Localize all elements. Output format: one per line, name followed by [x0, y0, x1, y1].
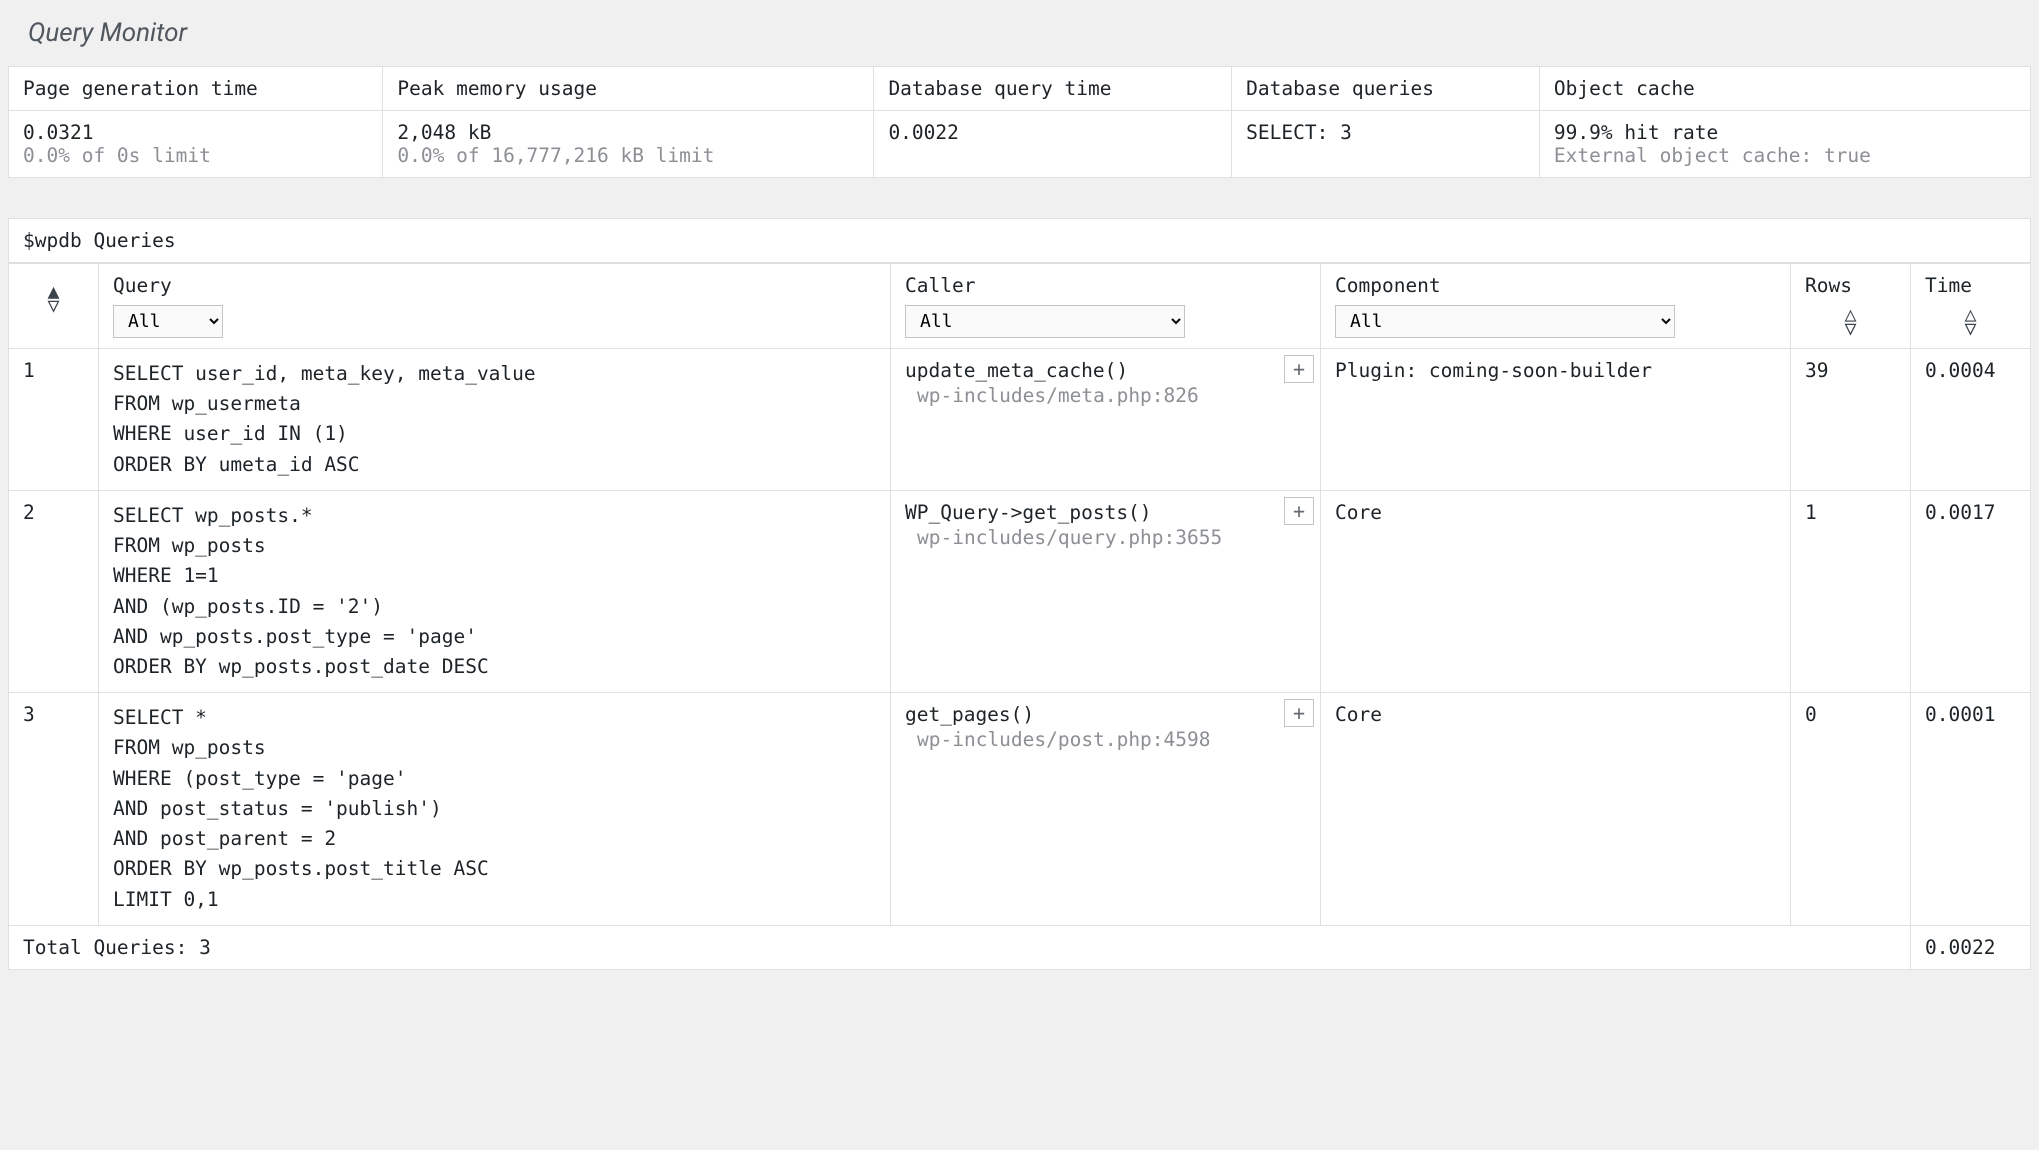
query-sql: SELECT * FROM wp_posts WHERE (post_type … — [113, 703, 876, 915]
stat-sub: 0.0% of 0s limit — [23, 144, 368, 167]
stat-value: 2,048 kB — [397, 121, 859, 144]
rows-cell: 39 — [1791, 349, 1911, 491]
col-label: Time — [1925, 274, 2016, 297]
filter-caller-select[interactable]: All — [905, 305, 1185, 338]
expand-caller-button[interactable]: + — [1284, 355, 1314, 383]
col-header-index[interactable]: ▲▽ — [9, 264, 99, 349]
row-index: 1 — [9, 349, 99, 491]
stats-table: Page generation time Peak memory usage D… — [8, 66, 2031, 178]
stat-cell-peak-mem: 2,048 kB 0.0% of 16,777,216 kB limit — [383, 111, 874, 178]
stat-cell-obj-cache: 99.9% hit rate External object cache: tr… — [1539, 111, 2030, 178]
row-index: 2 — [9, 490, 99, 692]
rows-cell: 0 — [1791, 693, 1911, 926]
query-cell: SELECT wp_posts.* FROM wp_posts WHERE 1=… — [99, 490, 891, 692]
component-cell: Plugin: coming-soon-builder — [1321, 349, 1791, 491]
caller-cell: +WP_Query->get_posts()wp-includes/query.… — [891, 490, 1321, 692]
stat-sub: 0.0% of 16,777,216 kB limit — [397, 144, 859, 167]
page-title: Query Monitor — [0, 0, 2039, 66]
stat-value: SELECT: 3 — [1246, 121, 1525, 144]
col-label: Query — [113, 274, 876, 297]
sort-icon[interactable]: △▽ — [1925, 307, 2016, 335]
query-cell: SELECT * FROM wp_posts WHERE (post_type … — [99, 693, 891, 926]
total-time: 0.0022 — [1911, 925, 2031, 969]
col-label: Component — [1335, 274, 1776, 297]
table-footer-row: Total Queries: 3 0.0022 — [9, 925, 2031, 969]
expand-caller-button[interactable]: + — [1284, 497, 1314, 525]
caller-fn: WP_Query->get_posts() — [905, 501, 1306, 524]
stat-header-page-gen: Page generation time — [9, 67, 383, 111]
col-header-component: Component All — [1321, 264, 1791, 349]
col-label: Rows — [1805, 274, 1896, 297]
table-row: 1SELECT user_id, meta_key, meta_value FR… — [9, 349, 2031, 491]
time-cell: 0.0017 — [1911, 490, 2031, 692]
query-sql: SELECT user_id, meta_key, meta_value FRO… — [113, 359, 876, 480]
filter-query-select[interactable]: All — [113, 305, 223, 338]
time-cell: 0.0001 — [1911, 693, 2031, 926]
stat-sub: External object cache: true — [1554, 144, 2016, 167]
filter-component-select[interactable]: All — [1335, 305, 1675, 338]
stat-cell-db-queries: SELECT: 3 — [1232, 111, 1540, 178]
rows-cell: 1 — [1791, 490, 1911, 692]
caller-fn: update_meta_cache() — [905, 359, 1306, 382]
stat-header-obj-cache: Object cache — [1539, 67, 2030, 111]
queries-table: ▲▽ Query All Caller All Component All Ro… — [8, 263, 2031, 970]
component-cell: Core — [1321, 490, 1791, 692]
component-cell: Core — [1321, 693, 1791, 926]
stat-header-db-queries: Database queries — [1232, 67, 1540, 111]
stat-value: 99.9% hit rate — [1554, 121, 2016, 144]
stat-cell-page-gen: 0.0321 0.0% of 0s limit — [9, 111, 383, 178]
stat-header-db-time: Database query time — [874, 67, 1232, 111]
sort-icon[interactable]: ▲▽ — [23, 284, 84, 312]
total-queries-label: Total Queries: 3 — [9, 925, 1911, 969]
caller-file: wp-includes/query.php:3655 — [905, 526, 1306, 549]
time-cell: 0.0004 — [1911, 349, 2031, 491]
table-row: 2SELECT wp_posts.* FROM wp_posts WHERE 1… — [9, 490, 2031, 692]
section-title: $wpdb Queries — [8, 218, 2031, 263]
query-sql: SELECT wp_posts.* FROM wp_posts WHERE 1=… — [113, 501, 876, 682]
caller-file: wp-includes/meta.php:826 — [905, 384, 1306, 407]
stat-value: 0.0022 — [888, 121, 1217, 144]
caller-cell: +get_pages()wp-includes/post.php:4598 — [891, 693, 1321, 926]
stat-header-peak-mem: Peak memory usage — [383, 67, 874, 111]
caller-file: wp-includes/post.php:4598 — [905, 728, 1306, 751]
sort-icon[interactable]: △▽ — [1805, 307, 1896, 335]
col-header-query: Query All — [99, 264, 891, 349]
stat-cell-db-time: 0.0022 — [874, 111, 1232, 178]
expand-caller-button[interactable]: + — [1284, 699, 1314, 727]
col-header-rows[interactable]: Rows △▽ — [1791, 264, 1911, 349]
col-header-caller: Caller All — [891, 264, 1321, 349]
caller-fn: get_pages() — [905, 703, 1306, 726]
table-row: 3SELECT * FROM wp_posts WHERE (post_type… — [9, 693, 2031, 926]
col-header-time[interactable]: Time △▽ — [1911, 264, 2031, 349]
query-cell: SELECT user_id, meta_key, meta_value FRO… — [99, 349, 891, 491]
stat-value: 0.0321 — [23, 121, 368, 144]
caller-cell: +update_meta_cache()wp-includes/meta.php… — [891, 349, 1321, 491]
row-index: 3 — [9, 693, 99, 926]
col-label: Caller — [905, 274, 1306, 297]
